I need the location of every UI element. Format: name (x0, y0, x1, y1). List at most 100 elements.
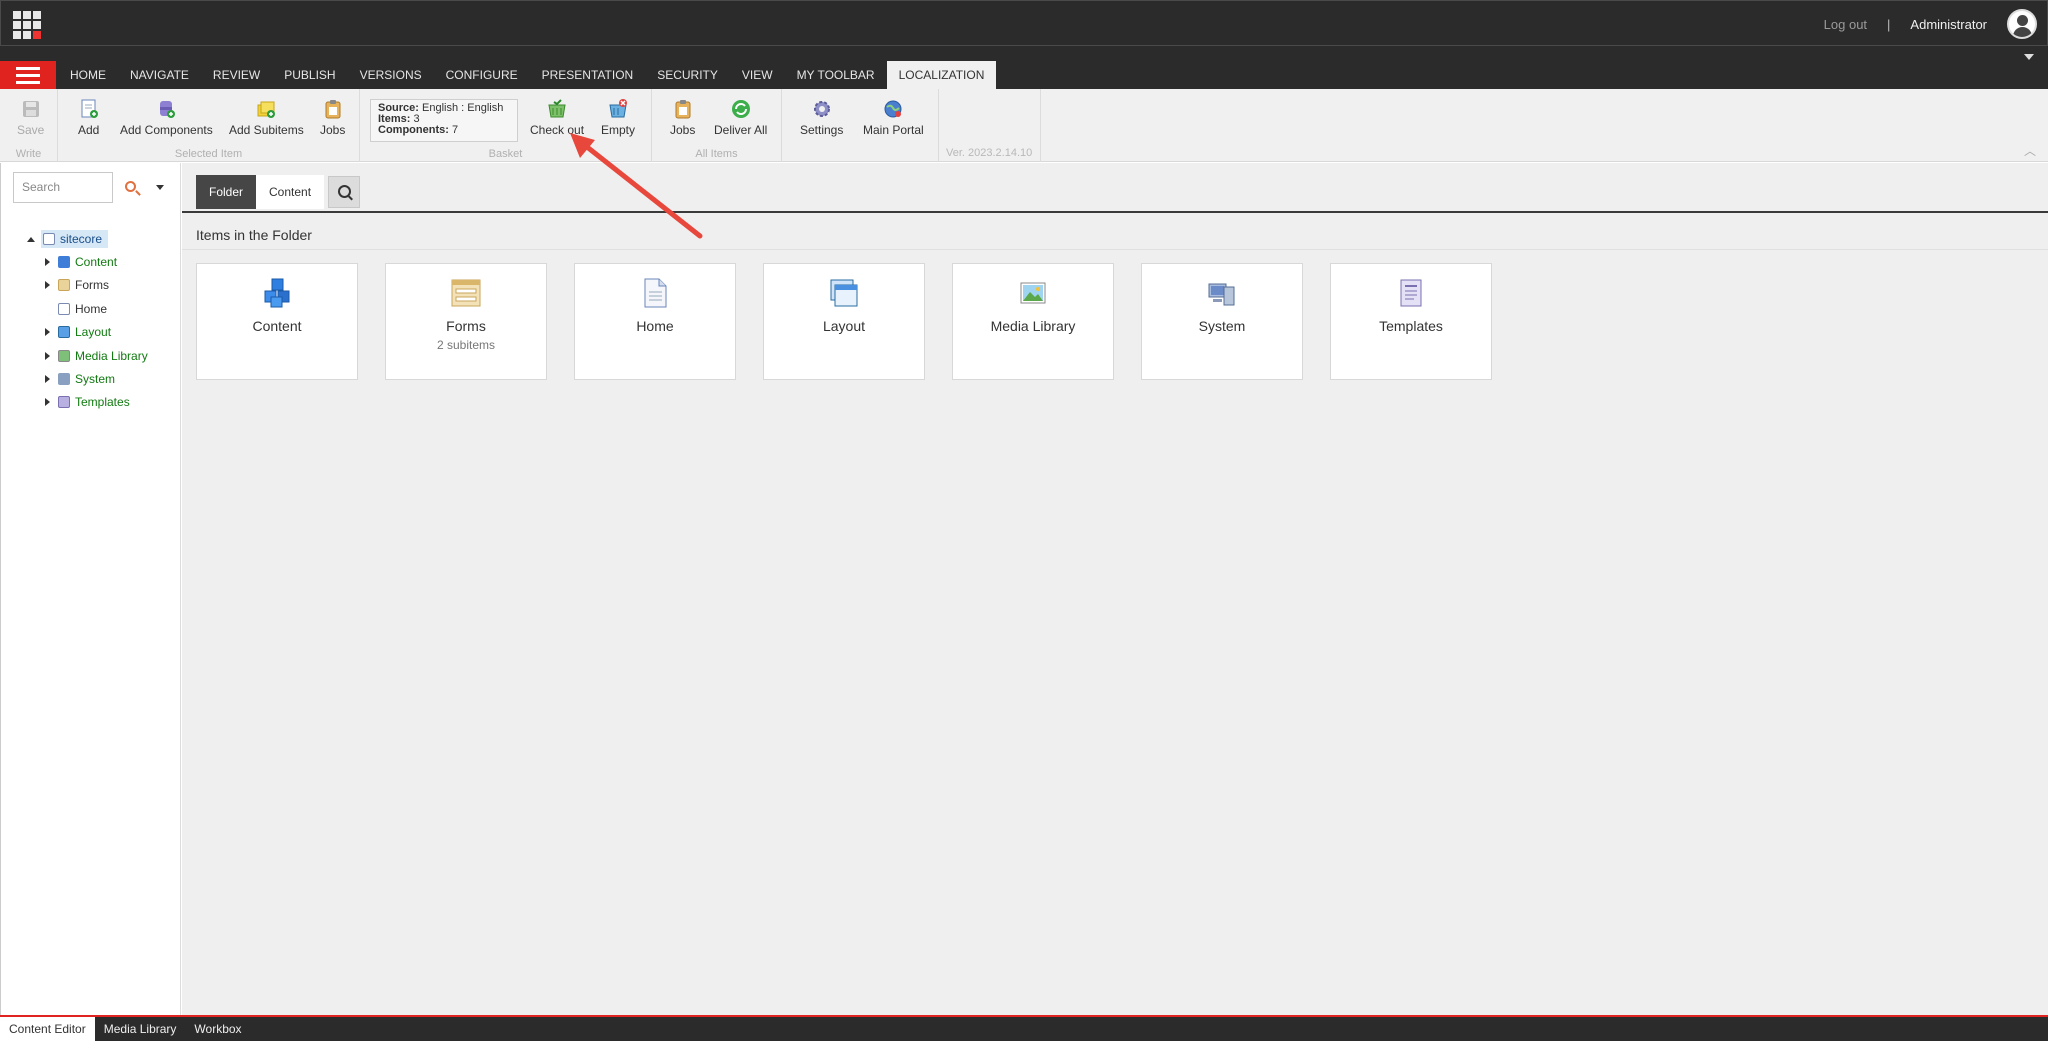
save-button[interactable]: Save (17, 99, 44, 137)
tree-node-home[interactable]: Home (45, 297, 148, 320)
add-components-icon (156, 99, 176, 119)
settings-button[interactable]: Settings (800, 99, 843, 137)
tree-node-templates[interactable]: Templates (45, 391, 148, 414)
tree-label-layout[interactable]: Layout (75, 325, 111, 339)
main-portal-button[interactable]: Main Portal (863, 99, 924, 137)
tree-label-content[interactable]: Content (75, 255, 117, 269)
tab-navigate[interactable]: NAVIGATE (118, 61, 201, 89)
empty-button[interactable]: Empty (601, 99, 635, 137)
add-subitems-button[interactable]: Add Subitems (229, 99, 304, 137)
jobs-button[interactable]: Jobs (320, 99, 345, 137)
tree-label-templates[interactable]: Templates (75, 395, 130, 409)
folder-item-system[interactable]: System (1141, 263, 1303, 380)
jobs-label: Jobs (320, 123, 346, 137)
basket-check-icon (547, 99, 567, 119)
all-items-group-label: All Items (695, 148, 738, 160)
folder-item-media-library[interactable]: Media Library (952, 263, 1114, 380)
ribbon-dropdown-icon[interactable] (2024, 54, 2034, 60)
search-options-chevron-icon[interactable] (156, 185, 164, 190)
collapse-arrow-icon[interactable] (27, 237, 35, 243)
tree-node-forms[interactable]: Forms (45, 274, 148, 297)
tab-home[interactable]: HOME (58, 61, 118, 89)
folder-item-forms[interactable]: Forms 2 subitems (385, 263, 547, 380)
layout-window-icon (58, 326, 70, 339)
tab-configure[interactable]: CONFIGURE (434, 61, 530, 89)
folder-item-content[interactable]: Content (196, 263, 358, 380)
ribbon: Save Write Add Add Components Add Subite… (0, 89, 2048, 162)
taskbar-media-library[interactable]: Media Library (95, 1017, 186, 1041)
expand-arrow-icon[interactable] (45, 351, 50, 360)
collapse-ribbon-icon[interactable]: ︿ (2024, 142, 2036, 159)
templates-icon (1396, 278, 1426, 308)
deliver-all-label: Deliver All (714, 123, 768, 137)
tree-label-system[interactable]: System (75, 372, 115, 386)
logout-link[interactable]: Log out (1824, 17, 1867, 32)
launchpad-icon[interactable] (13, 11, 43, 39)
content-cubes-icon (58, 256, 70, 269)
system-computer-icon (1207, 278, 1237, 308)
editor-search-icon[interactable] (328, 176, 361, 208)
ribbon-tab-strip: HOME NAVIGATE REVIEW PUBLISH VERSIONS CO… (0, 46, 2048, 89)
add-components-button[interactable]: Add Components (120, 99, 213, 137)
editor-tab-divider (182, 211, 2048, 213)
selected-item-group-label: Selected Item (174, 148, 243, 160)
tab-content[interactable]: Content (256, 175, 325, 209)
hamburger-menu-icon[interactable] (0, 61, 56, 89)
card-name: Forms (446, 318, 486, 334)
tab-security[interactable]: SECURITY (645, 61, 730, 89)
check-out-button[interactable]: Check out (530, 99, 584, 137)
tree-node-system[interactable]: System (45, 367, 148, 390)
add-document-icon (79, 99, 99, 119)
templates-icon (58, 396, 70, 409)
search-icon[interactable] (125, 181, 136, 192)
tab-my-toolbar[interactable]: MY TOOLBAR (785, 61, 887, 89)
application-taskbar: Content Editor Media Library Workbox (0, 1015, 2048, 1041)
tree-label-forms[interactable]: Forms (75, 278, 109, 292)
editor-tabs: Folder Content (196, 175, 361, 209)
folder-item-layout[interactable]: Layout (763, 263, 925, 380)
user-name[interactable]: Administrator (1910, 17, 1987, 32)
expand-arrow-icon[interactable] (45, 281, 50, 290)
content-tree-panel: Search sitecore Content Forms Home Layou… (0, 163, 181, 1015)
folder-title: Items in the Folder (196, 227, 312, 243)
tree-label-home[interactable]: Home (75, 302, 107, 316)
folder-item-templates[interactable]: Templates (1330, 263, 1492, 380)
taskbar-workbox[interactable]: Workbox (185, 1017, 250, 1041)
tree-node-media-library[interactable]: Media Library (45, 344, 148, 367)
tree-label-sitecore[interactable]: sitecore (60, 232, 102, 246)
tab-review[interactable]: REVIEW (201, 61, 272, 89)
folder-item-home[interactable]: Home (574, 263, 736, 380)
tab-view[interactable]: VIEW (730, 61, 785, 89)
expand-arrow-icon[interactable] (45, 328, 50, 337)
tree-node-content[interactable]: Content (45, 250, 148, 273)
deliver-all-button[interactable]: Deliver All (714, 99, 767, 137)
tree-node-sitecore[interactable]: sitecore (27, 227, 130, 250)
tree-label-media-library[interactable]: Media Library (75, 349, 148, 363)
basket-summary: Source: English : English Items: 3 Compo… (370, 99, 518, 142)
expand-arrow-icon[interactable] (45, 375, 50, 384)
expand-arrow-icon[interactable] (45, 398, 50, 407)
search-input[interactable]: Search (13, 172, 113, 203)
card-name: Home (636, 318, 674, 334)
tab-versions[interactable]: VERSIONS (348, 61, 434, 89)
tab-localization[interactable]: LOCALIZATION (886, 61, 997, 89)
all-jobs-button[interactable]: Jobs (670, 99, 695, 137)
tab-publish[interactable]: PUBLISH (272, 61, 347, 89)
tab-folder[interactable]: Folder (196, 175, 257, 209)
tree-node-layout[interactable]: Layout (45, 321, 148, 344)
add-button[interactable]: Add (78, 99, 99, 137)
tab-presentation[interactable]: PRESENTATION (530, 61, 646, 89)
add-label: Add (78, 123, 100, 137)
avatar-icon[interactable] (2007, 9, 2037, 39)
clipboard-icon (323, 99, 343, 119)
save-label: Save (17, 123, 45, 137)
card-name: System (1198, 318, 1246, 334)
taskbar-content-editor[interactable]: Content Editor (0, 1017, 95, 1041)
content-editor-main: Folder Content Items in the Folder Conte… (182, 163, 2048, 1015)
card-name: Layout (822, 318, 866, 334)
card-name: Templates (1379, 318, 1443, 334)
content-tree: sitecore Content Forms Home Layout Media… (27, 227, 148, 414)
expand-arrow-icon[interactable] (45, 258, 50, 267)
components-value: 7 (451, 124, 459, 136)
home-document-icon (640, 278, 670, 308)
